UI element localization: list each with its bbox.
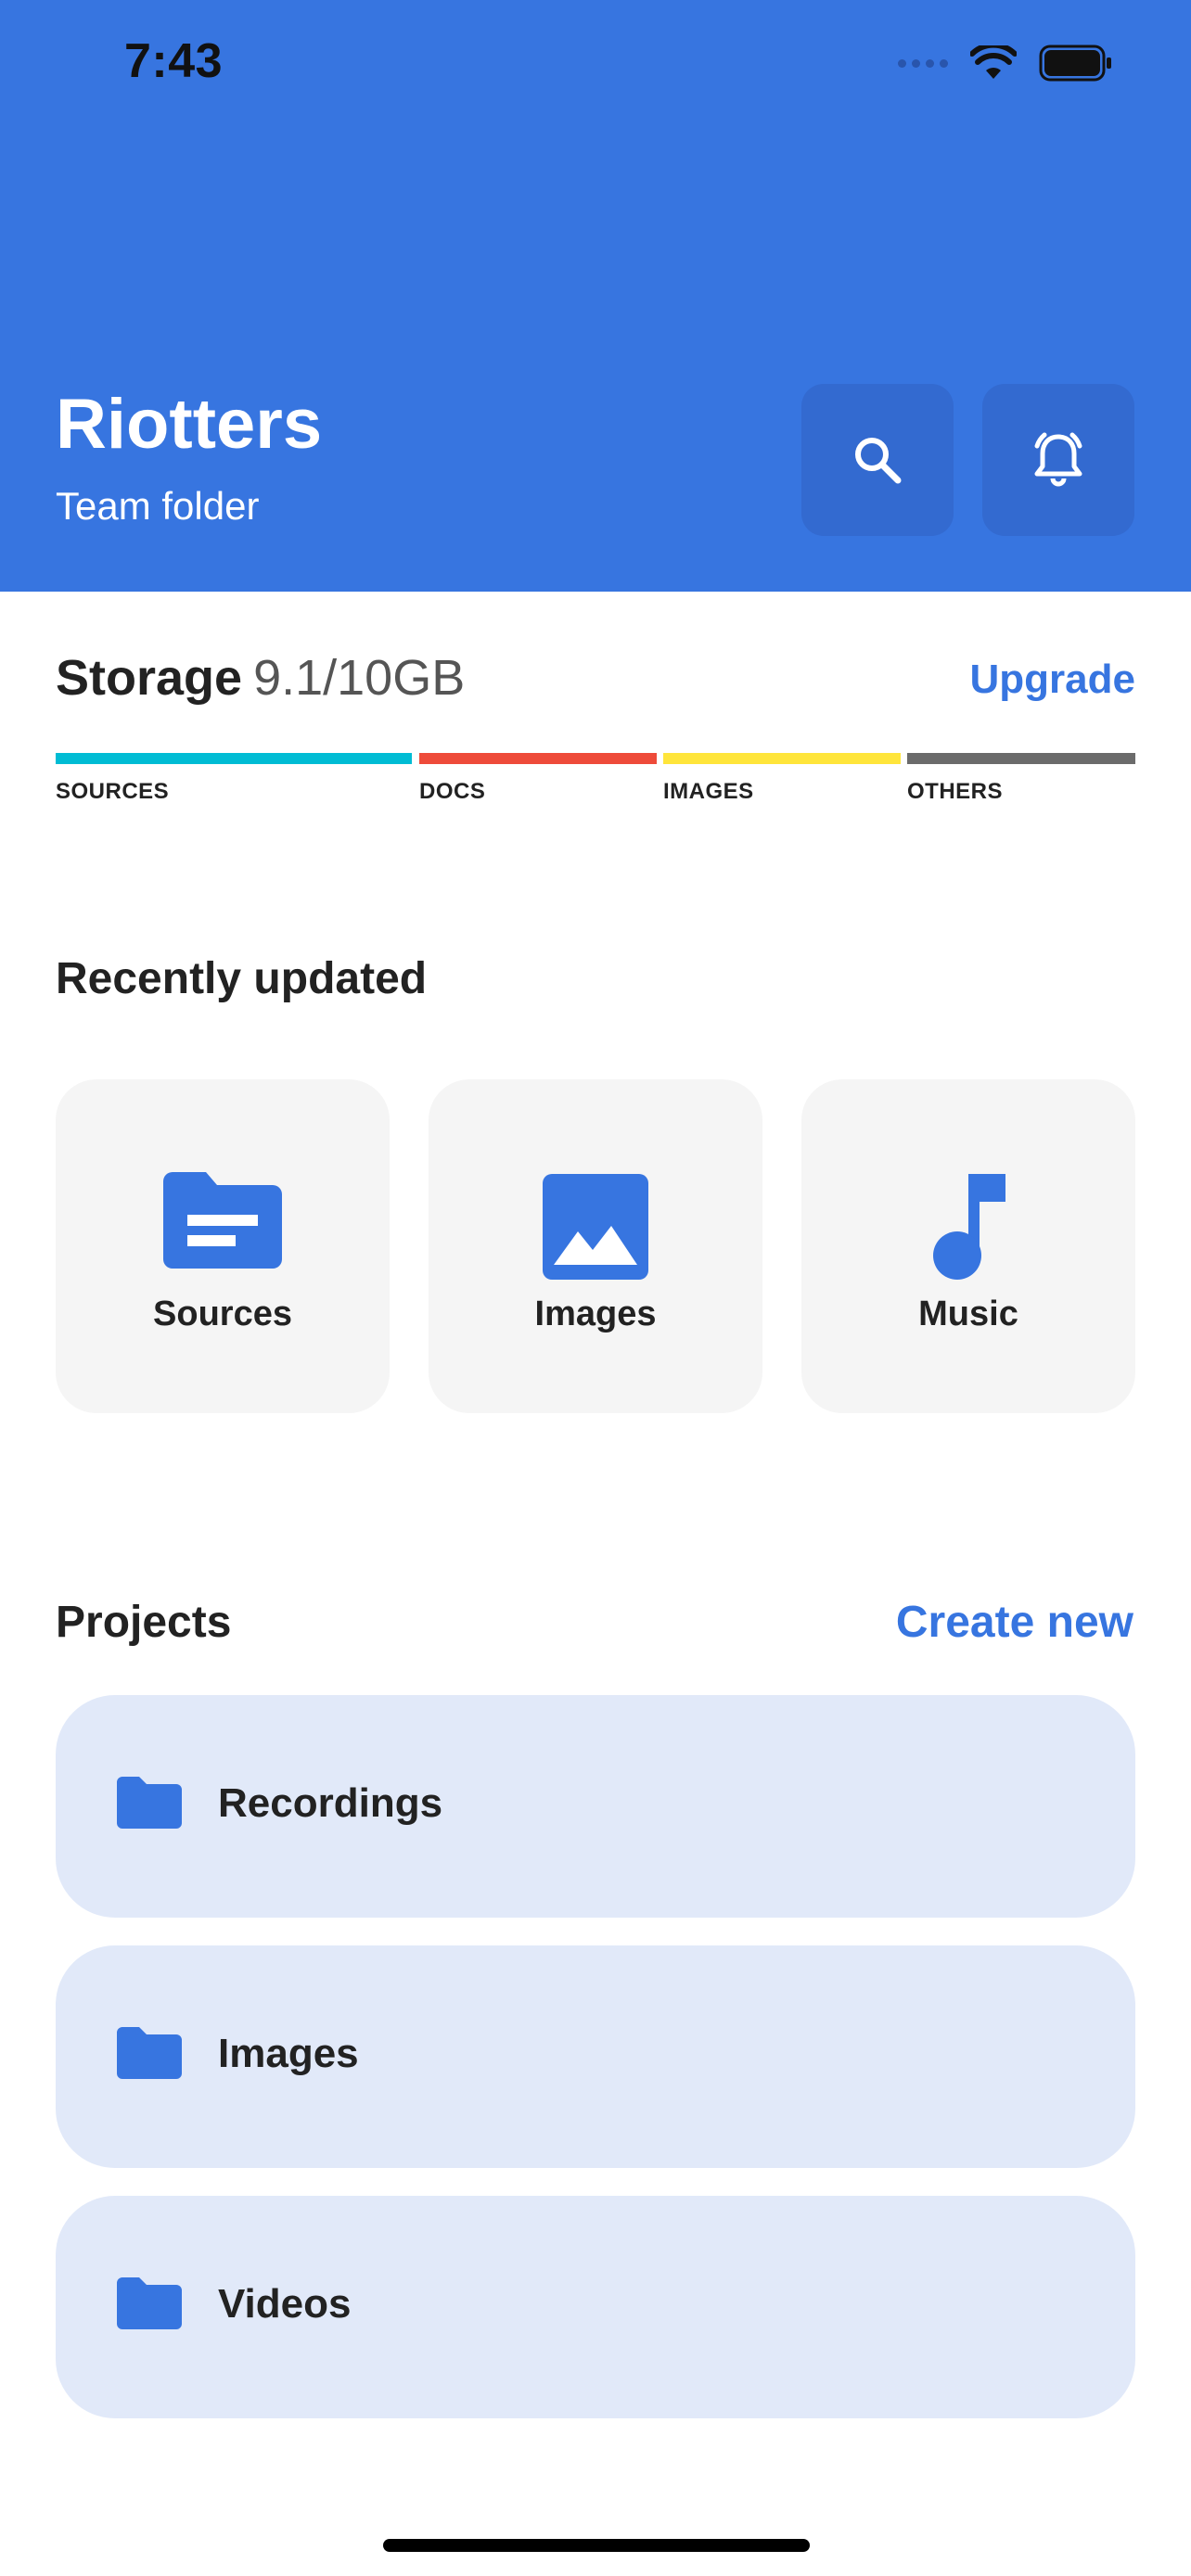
image-icon xyxy=(543,1174,648,1280)
recent-card-sources[interactable]: Sources xyxy=(56,1079,390,1413)
page-subtitle: Team folder xyxy=(56,484,260,528)
music-note-icon xyxy=(933,1174,1005,1280)
recent-card-label: Sources xyxy=(153,1294,292,1333)
recently-updated-title: Recently updated xyxy=(56,954,428,1003)
status-time: 7:43 xyxy=(124,34,224,88)
project-label: Videos xyxy=(218,2281,352,2327)
recent-card-label: Images xyxy=(534,1294,657,1333)
bell-icon xyxy=(1034,432,1082,487)
storage-bar-docs xyxy=(419,753,657,764)
search-button[interactable] xyxy=(801,384,954,536)
storage-legend-others: OTHERS xyxy=(907,779,1004,804)
battery-icon xyxy=(1039,45,1111,82)
folder-doc-icon xyxy=(163,1172,282,1269)
create-new-link[interactable]: Create new xyxy=(896,1597,1133,1648)
project-label: Images xyxy=(218,2031,359,2076)
page-title: Riotters xyxy=(56,385,323,464)
wifi-icon xyxy=(970,45,1017,79)
search-icon xyxy=(855,438,902,484)
folder-icon xyxy=(117,2027,182,2079)
recent-card-label: Music xyxy=(918,1294,1018,1333)
projects-title: Projects xyxy=(56,1598,232,1647)
status-indicators xyxy=(898,45,1113,82)
project-item-recordings[interactable]: Recordings xyxy=(56,1695,1135,1918)
app-header: 7:43 Riotters Team folder xyxy=(0,0,1191,592)
home-indicator[interactable] xyxy=(383,2539,810,2552)
project-label: Recordings xyxy=(218,1780,443,1826)
project-item-videos[interactable]: Videos xyxy=(56,2196,1135,2418)
storage-bar-others xyxy=(907,753,1135,764)
storage-bar-sources xyxy=(56,753,412,764)
storage-summary: Storage 9.1/10GB Upgrade xyxy=(56,649,1135,723)
recent-card-music[interactable]: Music xyxy=(801,1079,1135,1413)
cellular-signal-icon xyxy=(898,58,948,68)
upgrade-link[interactable]: Upgrade xyxy=(970,657,1135,703)
folder-icon xyxy=(117,2277,182,2329)
storage-legend-docs: DOCS xyxy=(419,779,486,804)
folder-icon xyxy=(117,1777,182,1829)
storage-legend-sources: SOURCES xyxy=(56,779,170,804)
notifications-button[interactable] xyxy=(982,384,1134,536)
recent-card-images[interactable]: Images xyxy=(429,1079,762,1413)
storage-legend-images: IMAGES xyxy=(663,779,754,804)
project-item-images[interactable]: Images xyxy=(56,1945,1135,2168)
storage-usage: 9.1/10GB xyxy=(253,650,466,706)
storage-label: Storage xyxy=(56,650,243,706)
storage-bar-images xyxy=(663,753,901,764)
